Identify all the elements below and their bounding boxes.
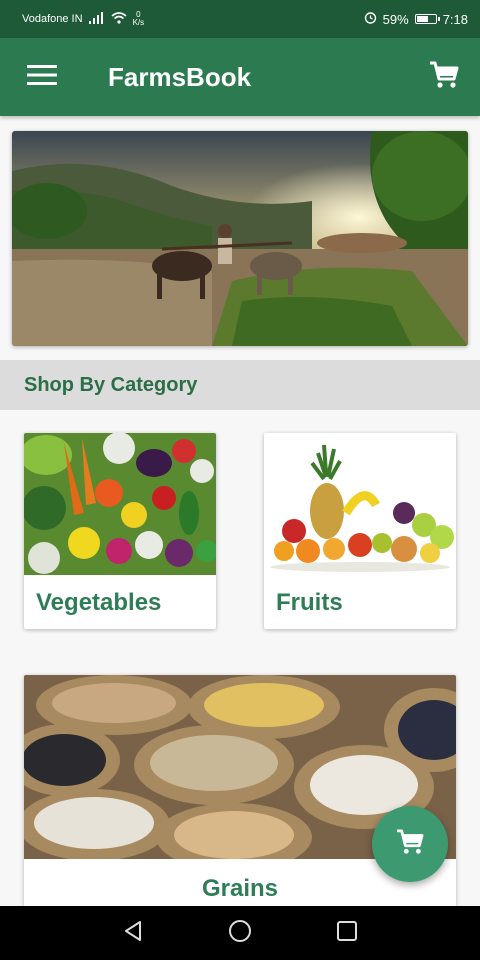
nav-back-button[interactable] bbox=[113, 913, 153, 953]
category-card-grains[interactable]: Grains bbox=[24, 675, 456, 915]
floating-cart-button[interactable] bbox=[372, 806, 448, 882]
shopping-cart-icon bbox=[396, 828, 424, 860]
vegetables-image bbox=[24, 433, 216, 575]
section-header: Shop By Category bbox=[0, 360, 480, 410]
back-triangle-icon bbox=[123, 920, 143, 947]
system-nav-bar bbox=[0, 906, 480, 960]
speed-unit: K/s bbox=[132, 18, 145, 27]
nav-home-button[interactable] bbox=[220, 913, 260, 953]
recents-square-icon bbox=[336, 920, 358, 947]
app-title: FarmsBook bbox=[108, 61, 252, 92]
cart-button[interactable] bbox=[408, 38, 480, 116]
wifi-icon bbox=[111, 11, 127, 27]
network-speed: 0 K/s bbox=[133, 11, 145, 27]
status-right: 59% 7:18 bbox=[364, 11, 468, 27]
battery-percent: 59% bbox=[382, 11, 409, 27]
alarm-icon bbox=[364, 11, 377, 27]
status-left: Vodafone IN 0 K/s bbox=[22, 11, 144, 27]
hero-banner bbox=[12, 131, 468, 346]
category-label: Fruits bbox=[276, 589, 343, 616]
signal-icon bbox=[88, 11, 105, 27]
hamburger-menu-icon bbox=[27, 64, 57, 91]
category-card-vegetables[interactable]: Vegetables bbox=[24, 433, 216, 629]
app-bar: FarmsBook bbox=[0, 38, 480, 116]
battery-icon bbox=[414, 14, 440, 24]
status-bar: Vodafone IN 0 K/s 59% 7:18 bbox=[0, 0, 480, 38]
shopping-cart-icon bbox=[429, 61, 459, 94]
fruits-image bbox=[264, 433, 456, 575]
category-label: Vegetables bbox=[36, 589, 162, 616]
section-title: Shop By Category bbox=[24, 373, 198, 396]
nav-recents-button[interactable] bbox=[327, 913, 367, 953]
carrier-name: Vodafone IN bbox=[22, 13, 83, 25]
menu-button[interactable] bbox=[0, 38, 84, 116]
hero-image bbox=[12, 131, 468, 346]
clock: 7:18 bbox=[442, 11, 468, 27]
home-circle-icon bbox=[228, 919, 252, 948]
category-card-fruits[interactable]: Fruits bbox=[264, 433, 456, 629]
